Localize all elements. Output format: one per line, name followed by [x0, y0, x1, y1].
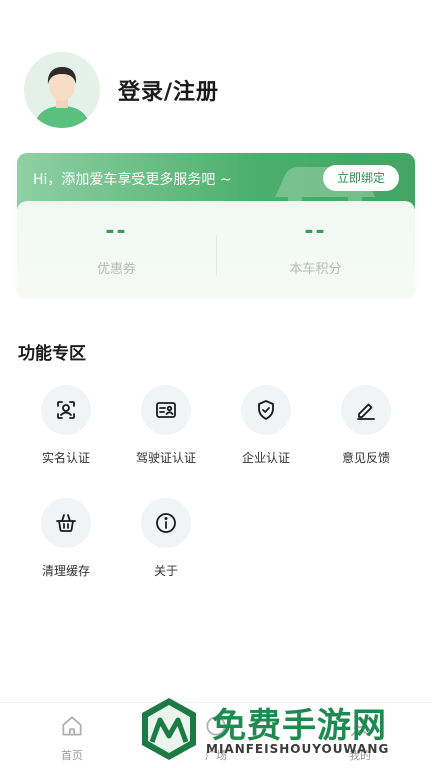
- watermark-logo-icon: [142, 698, 196, 760]
- profile-header[interactable]: 登录/注册: [24, 52, 219, 128]
- card-tip-text: Hi，添加爱车享受更多服务吧 ~: [33, 172, 232, 188]
- feature-realname[interactable]: 实名认证: [16, 385, 116, 466]
- points-label: 本车积分: [289, 262, 342, 277]
- coupon-stat[interactable]: -- 优惠券: [17, 219, 216, 277]
- id-card-icon: [156, 402, 176, 418]
- feature-clear-cache[interactable]: 清理缓存: [16, 498, 116, 579]
- feature-clear-cache-label: 清理缓存: [41, 564, 90, 578]
- watermark-subtitle: MIANFEISHOUYOUWANG: [206, 742, 390, 756]
- card-stats: -- 优惠券 -- 本车积分: [17, 201, 415, 298]
- feature-about-label: 关于: [153, 564, 178, 578]
- coupon-value: --: [105, 219, 128, 244]
- points-value: --: [304, 219, 327, 244]
- coupon-label: 优惠券: [96, 262, 136, 277]
- watermark-title: 免费手游网: [212, 706, 387, 746]
- feature-about[interactable]: 关于: [116, 498, 216, 579]
- home-icon: [62, 716, 82, 736]
- feature-feedback[interactable]: 意见反馈: [316, 385, 416, 466]
- login-register-link[interactable]: 登录/注册: [118, 74, 219, 106]
- pencil-icon: [357, 403, 375, 420]
- shield-check-icon: [258, 400, 274, 420]
- feature-license-label: 驾驶证认证: [135, 451, 196, 465]
- tab-home[interactable]: 首页: [32, 713, 112, 763]
- car-card: Hi，添加爱车享受更多服务吧 ~ 立即绑定 -- 优惠券 -- 本车积分: [17, 153, 415, 298]
- bind-car-button[interactable]: 立即绑定: [323, 165, 399, 191]
- info-icon: [156, 513, 176, 533]
- tab-home-label: 首页: [61, 749, 83, 762]
- points-stat[interactable]: -- 本车积分: [216, 219, 415, 277]
- feature-realname-label: 实名认证: [41, 451, 90, 465]
- feature-feedback-label: 意见反馈: [341, 451, 390, 465]
- feature-enterprise[interactable]: 企业认证: [216, 385, 316, 466]
- feature-enterprise-label: 企业认证: [241, 451, 290, 465]
- feature-license[interactable]: 驾驶证认证: [116, 385, 216, 466]
- basket-icon: [56, 514, 76, 532]
- face-scan-icon: [57, 401, 75, 419]
- site-watermark: 免费手游网 MIANFEISHOUYOUWANG: [136, 694, 426, 768]
- avatar-illustration-icon: [24, 52, 100, 128]
- features-title: 功能专区: [18, 344, 86, 364]
- avatar[interactable]: [24, 52, 100, 128]
